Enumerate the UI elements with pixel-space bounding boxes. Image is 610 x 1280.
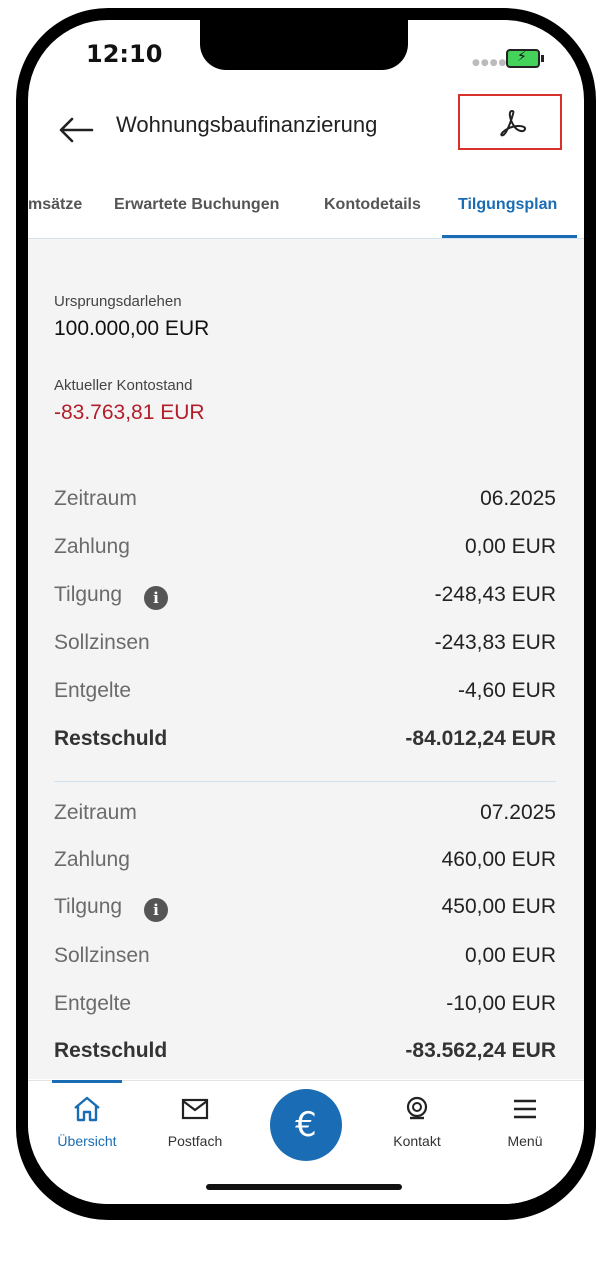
- row-value: 0,00 EUR: [464, 535, 556, 558]
- tab-tilgungsplan[interactable]: Tilgungsplan: [458, 196, 557, 214]
- row-label: Entgelte: [54, 992, 132, 1015]
- row-value-restschuld: -84.012,24 EUR: [405, 727, 556, 750]
- row-label: Sollzinsen: [54, 944, 150, 967]
- active-tab-indicator: [442, 235, 577, 238]
- row-value: 06.2025: [480, 487, 556, 510]
- row-value: -248,43 EUR: [434, 583, 556, 606]
- balance-value: -83.763,81 EUR: [54, 401, 205, 424]
- nav-label: Kontakt: [393, 1133, 441, 1149]
- signal-icon: ●●●●: [472, 58, 508, 68]
- phone-frame: 12:10 ●●●● ⚡ Wohnungsbaufinanzierung msä…: [16, 8, 596, 1220]
- row-label: Entgelte: [54, 679, 132, 702]
- row-value: -10,00 EUR: [446, 992, 556, 1015]
- row-label: Zahlung: [54, 848, 130, 871]
- info-icon[interactable]: i: [144, 898, 168, 922]
- nav-label: Menü: [507, 1133, 543, 1149]
- nav-postfach[interactable]: Postfach: [150, 1095, 240, 1149]
- row-label: Tilgung: [54, 583, 123, 606]
- pdf-icon: [500, 110, 526, 137]
- row-value-restschuld: -83.562,24 EUR: [405, 1039, 556, 1062]
- screen: 12:10 ●●●● ⚡ Wohnungsbaufinanzierung msä…: [28, 20, 584, 1204]
- row-label-restschuld: Restschuld: [54, 1039, 168, 1062]
- row-label: Sollzinsen: [54, 631, 150, 654]
- back-button[interactable]: [56, 110, 96, 150]
- tab-kontodetails[interactable]: Kontodetails: [324, 196, 421, 214]
- row-label: Tilgung: [54, 895, 123, 918]
- euro-icon[interactable]: €: [270, 1089, 342, 1161]
- tab-erwartete-buchungen[interactable]: Erwartete Buchungen: [114, 196, 279, 214]
- balance-label: Aktueller Kontostand: [54, 377, 193, 394]
- contact-icon: [406, 1096, 428, 1120]
- tab-bar: msätze Erwartete Buchungen Kontodetails …: [28, 178, 584, 239]
- row-value: 07.2025: [480, 801, 556, 824]
- nav-label: Übersicht: [57, 1133, 117, 1149]
- row-label: Zeitraum: [54, 801, 137, 824]
- nav-menue[interactable]: Menü: [480, 1095, 570, 1149]
- row-value: -243,83 EUR: [434, 631, 556, 654]
- row-label: Zahlung: [54, 535, 130, 558]
- battery-icon: ⚡: [506, 49, 544, 68]
- menu-icon: [514, 1099, 536, 1119]
- info-icon[interactable]: i: [144, 586, 168, 610]
- row-value: 460,00 EUR: [441, 848, 556, 871]
- back-arrow-icon: [59, 117, 94, 143]
- nav-active-indicator: [52, 1080, 122, 1083]
- row-value: 0,00 EUR: [464, 944, 556, 967]
- nav-label: Postfach: [167, 1133, 223, 1149]
- nav-uebersicht[interactable]: Übersicht: [42, 1095, 132, 1149]
- mail-icon: [181, 1098, 209, 1120]
- origin-value: 100.000,00 EUR: [54, 317, 210, 340]
- notch: [200, 20, 408, 70]
- row-label-restschuld: Restschuld: [54, 727, 168, 750]
- row-value: 450,00 EUR: [441, 895, 556, 918]
- divider: [54, 781, 556, 782]
- pdf-export-button[interactable]: [458, 94, 562, 150]
- home-icon: [74, 1096, 100, 1122]
- page-title: Wohnungsbaufinanzierung: [116, 112, 378, 137]
- nav-kontakt[interactable]: Kontakt: [372, 1095, 462, 1149]
- home-indicator: [206, 1184, 402, 1190]
- row-value: -4,60 EUR: [457, 679, 556, 702]
- content-area: Ursprungsdarlehen 100.000,00 EUR Aktuell…: [28, 239, 584, 1079]
- status-time: 12:10: [86, 40, 163, 68]
- origin-label: Ursprungsdarlehen: [54, 293, 182, 310]
- tab-umsaetze[interactable]: msätze: [28, 196, 82, 214]
- row-label: Zeitraum: [54, 487, 137, 510]
